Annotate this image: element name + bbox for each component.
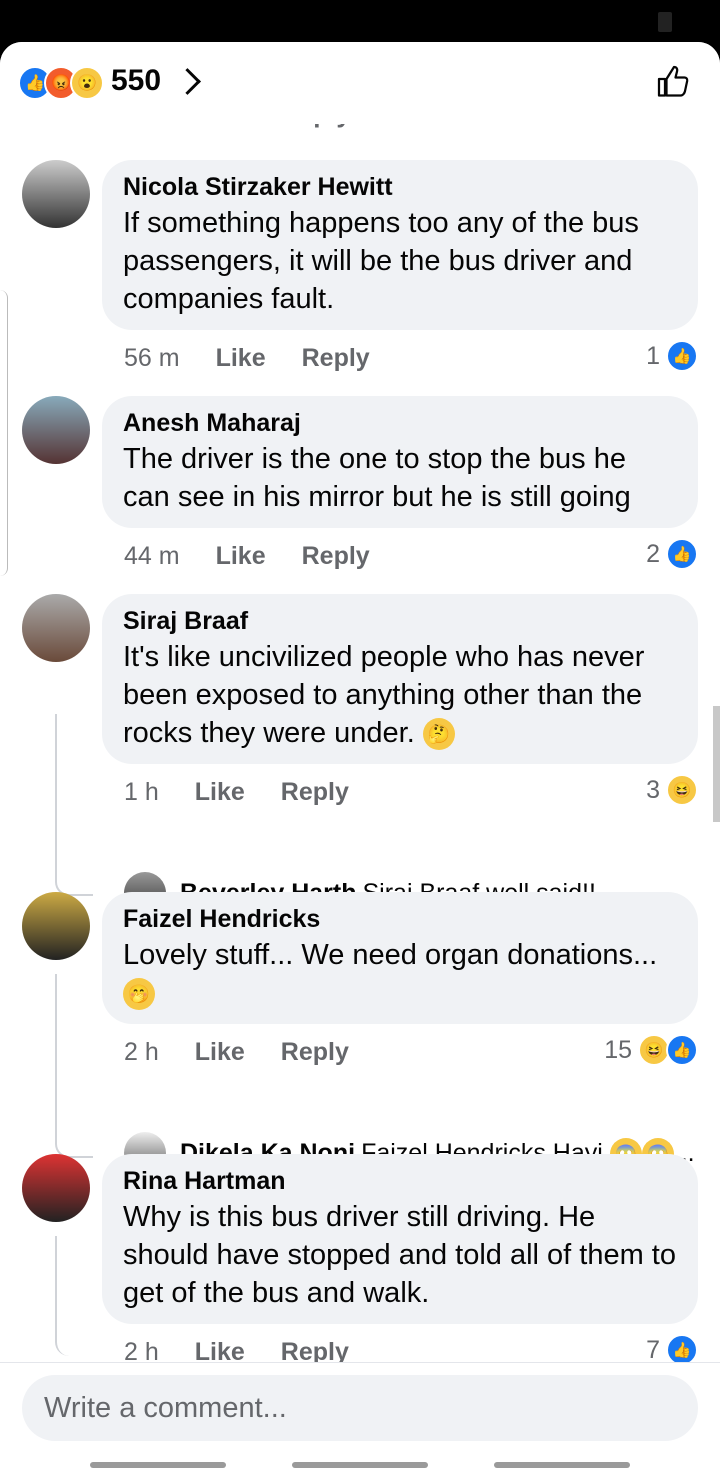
comment-bubble[interactable]: Anesh Maharaj The driver is the one to s… [102,396,698,528]
author-name[interactable]: Rina Hartman [123,1166,678,1196]
avatar[interactable] [22,892,90,960]
avatar[interactable] [22,594,90,662]
timestamp: 2 h [124,1038,159,1066]
avatar[interactable] [22,1154,90,1222]
like-link[interactable]: Like [216,344,266,373]
like-link[interactable]: Like [195,778,245,807]
comment-reactions[interactable]: 15 😆 👍 [604,1034,698,1066]
like-icon: 👍 [666,340,698,372]
comment-text: The driver is the one to stop the bus he… [123,443,631,513]
author-name[interactable]: Nicola Stirzaker Hewitt [123,172,678,202]
comment-bubble[interactable]: Siraj Braaf It's like uncivilized people… [102,594,698,764]
comment-bubble[interactable]: Rina Hartman Why is this bus driver stil… [102,1154,698,1324]
back-handle[interactable] [494,1462,630,1468]
like-link[interactable]: Like [216,542,266,571]
nav-bar [0,1462,720,1468]
comments-sheet: 👍 😡 😮 550 2 h Like Reply 7 Nicola Stirza… [0,42,720,1480]
like-icon: 👍 [666,1034,698,1066]
thinking-emoji: 🤔 [422,718,455,751]
reactions-header: 👍 😡 😮 550 [0,42,720,124]
author-name[interactable]: Faizel Hendricks [123,904,678,934]
comment-text: Lovely stuff... We need organ donations.… [123,936,678,1012]
comment-reactions[interactable]: 1 👍 [646,340,698,372]
thread-line [55,974,93,1158]
scroll-edge [0,290,8,576]
timestamp: 1 h [124,778,159,806]
reaction-summary[interactable]: 👍 😡 😮 [18,66,104,100]
battery-icon [658,12,672,32]
timestamp: 56 m [124,344,180,372]
reply-link[interactable]: Reply [302,344,370,373]
comment-actions: 44 m Like Reply [124,542,370,571]
like-button-icon[interactable] [656,64,692,100]
haha-icon: 😆 [666,774,698,806]
chevron-right-icon[interactable] [174,68,201,95]
hand-over-mouth-emoji: 🤭 [123,978,155,1011]
wow-icon: 😮 [70,66,104,100]
reaction-count[interactable]: 550 [111,64,161,98]
thread-line [55,1236,93,1356]
comment-text: It's like uncivilized people who has nev… [123,641,645,751]
avatar[interactable] [22,396,90,464]
comment-bubble[interactable]: Nicola Stirzaker Hewitt If something hap… [102,160,698,330]
recent-apps-handle[interactable] [90,1462,226,1468]
like-link[interactable]: Like [195,1038,245,1067]
reply-link[interactable]: Reply [281,1038,349,1067]
comment-reactions[interactable]: 2 👍 [646,538,698,570]
comment-text: Why is this bus driver still driving. He… [123,1201,676,1309]
thread-line [55,714,93,896]
comment-bubble[interactable]: Faizel Hendricks Lovely stuff... We need… [102,892,698,1024]
comment-actions: 2 h Like Reply [124,1038,349,1067]
author-name[interactable]: Anesh Maharaj [123,408,678,438]
timestamp: 44 m [124,542,180,570]
like-icon: 👍 [666,538,698,570]
comment-actions: 1 h Like Reply [124,778,349,807]
scrollbar-thumb[interactable] [713,706,720,822]
comment-text: If something happens too any of the bus … [123,207,639,315]
comment-input[interactable]: Write a comment... [22,1375,698,1441]
home-handle[interactable] [292,1462,428,1468]
comment-reactions[interactable]: 3 😆 [646,774,698,806]
comment-actions: 56 m Like Reply [124,344,370,373]
author-name[interactable]: Siraj Braaf [123,606,678,636]
reply-link[interactable]: Reply [302,542,370,571]
reply-link[interactable]: Reply [281,778,349,807]
avatar[interactable] [22,160,90,228]
